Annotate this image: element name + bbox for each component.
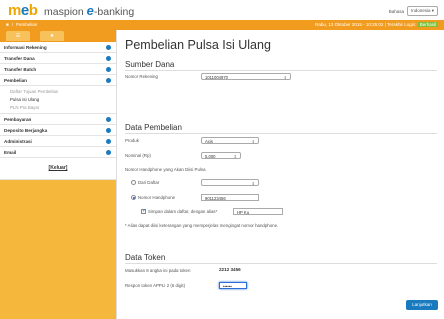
dari-daftar-label: Dari Daftar <box>138 180 160 185</box>
expand-icon <box>106 128 111 133</box>
nomor-rekening-select[interactable]: 1011004970 ⇕ <box>201 73 291 80</box>
sidebar-tab-menu[interactable]: ☰ <box>6 31 30 41</box>
language-select[interactable]: Indonesia ▾ <box>406 6 438 16</box>
breadcrumb: ■ / Pembelian <box>6 22 38 27</box>
simpan-checkbox[interactable] <box>141 208 146 214</box>
sidebar-subitem-pulsa-isi-ulang[interactable]: Pulsa Isi Ulang <box>10 95 116 103</box>
chevron-down-icon: ⇕ <box>251 180 255 186</box>
nominal-label: Nominal (Rp) <box>125 153 151 158</box>
sidebar-item-transfer-batch[interactable]: Transfer Batch <box>0 64 116 75</box>
expand-icon <box>106 139 111 144</box>
dari-daftar-radio[interactable] <box>131 180 136 185</box>
logout-link-container: [Keluar] <box>0 158 116 180</box>
alias-note: * Alias dapat diisi keterangan yang memp… <box>125 223 279 228</box>
chevron-down-icon: ⇕ <box>283 74 287 80</box>
sidebar-tabs: ☰ ★ <box>0 30 116 42</box>
section-sumber-dana: Sumber Dana <box>125 60 175 69</box>
section-data-token: Data Token <box>125 253 166 262</box>
sidebar: ☰ ★ Informasi Rekening Transfer Dana Tra… <box>0 30 116 319</box>
token-response-label: Respon token APPLI 2 (6 digit) <box>125 283 186 288</box>
sidebar-menu: Informasi Rekening Transfer Dana Transfe… <box>0 42 116 180</box>
simpan-label: Simpan dalam daftar, dengan alias* <box>148 209 218 214</box>
chevron-down-icon: ⇕ <box>251 138 255 144</box>
token-response-input[interactable]: •••••• <box>219 282 247 289</box>
nominal-select[interactable]: 5,000 ⇕ <box>201 152 241 159</box>
nomor-handphone-input[interactable]: 901123456 <box>201 194 259 201</box>
sidebar-item-email[interactable]: Email <box>0 147 116 158</box>
expand-icon <box>106 67 111 72</box>
sidebar-item-deposito-berjangka[interactable]: Deposito Berjangka <box>0 125 116 136</box>
sidebar-tab-favorites[interactable]: ★ <box>40 31 64 41</box>
produk-label: Produk <box>125 138 139 143</box>
sidebar-item-pembelian[interactable]: Pembelian <box>0 75 116 86</box>
lanjutkan-button[interactable]: Lanjutkan <box>406 300 438 310</box>
dari-daftar-select[interactable]: ⇕ <box>201 179 259 186</box>
nomor-handphone-radio[interactable] <box>131 195 136 200</box>
sidebar-subitem-pln-pra-bayar[interactable]: PLN Pra Bayar <box>10 103 116 111</box>
login-info: Rabu, 13 Oktober 2015 - 10:25:02 | Terak… <box>315 22 438 27</box>
logout-link[interactable]: [Keluar] <box>49 165 68 171</box>
sidebar-item-pembayaran[interactable]: Pembayaran <box>0 114 116 125</box>
expand-icon <box>106 150 111 155</box>
divider <box>125 70 437 71</box>
alias-input[interactable]: HP Ku <box>233 208 283 215</box>
page-title: Pembelian Pulsa Isi Ulang <box>125 38 271 52</box>
main-content: Pembelian Pulsa Isi Ulang Sumber Dana No… <box>116 30 444 319</box>
header: meb maspion e-banking Bahasa Indonesia ▾ <box>0 0 444 20</box>
produk-select[interactable]: Axis ⇕ <box>201 137 259 144</box>
maspion-logo: meb maspion e-banking <box>8 2 135 19</box>
sidebar-item-transfer-dana[interactable]: Transfer Dana <box>0 53 116 64</box>
token-challenge-value: 2212 3456 <box>219 267 241 272</box>
breadcrumb-bar: ■ / Pembelian Rabu, 13 Oktober 2015 - 10… <box>0 20 444 30</box>
expand-icon <box>106 45 111 50</box>
collapse-icon <box>106 78 111 83</box>
sidebar-submenu-pembelian: Daftar Tujuan Pembelian Pulsa Isi Ulang … <box>0 86 116 114</box>
section-data-pembelian: Data Pembelian <box>125 123 182 132</box>
nomor-handphone-label: Nomor Handphone <box>138 195 176 200</box>
sidebar-subitem-daftar-tujuan[interactable]: Daftar Tujuan Pembelian <box>10 87 116 95</box>
divider <box>125 263 437 264</box>
sidebar-item-administrasi[interactable]: Administrasi <box>0 136 116 147</box>
sidebar-item-informasi-rekening[interactable]: Informasi Rekening <box>0 42 116 53</box>
nomor-hp-label: Nomor Handphone yang Akan Diisi Pulsa <box>125 167 206 172</box>
home-icon[interactable]: ■ <box>6 22 9 27</box>
expand-icon <box>106 56 111 61</box>
nomor-rekening-label: Nomor Rekening <box>125 74 158 79</box>
chevron-down-icon: ⇕ <box>233 153 237 159</box>
divider <box>125 133 437 134</box>
language-label: Bahasa <box>388 8 404 14</box>
expand-icon <box>106 117 111 122</box>
breadcrumb-pembelian[interactable]: Pembelian <box>16 22 37 27</box>
language-selector: Bahasa Indonesia ▾ <box>389 6 438 16</box>
token-challenge-label: Masukkan 8 angka ini pada token <box>125 268 191 273</box>
